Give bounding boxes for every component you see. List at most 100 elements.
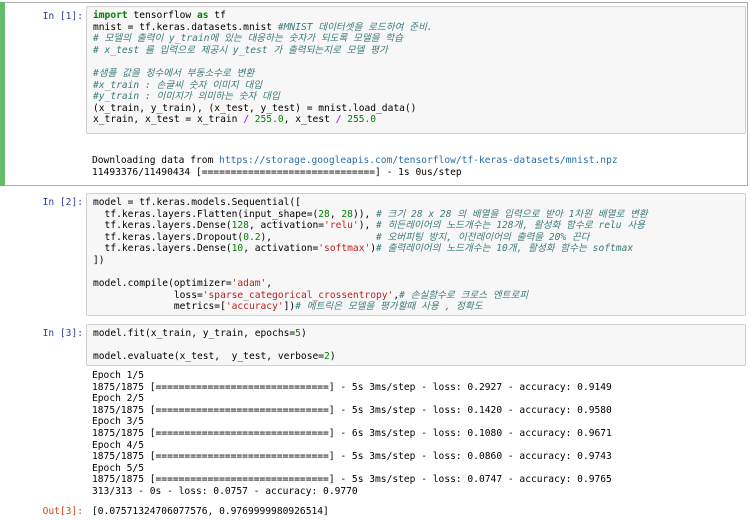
- code-token: , activation=: [243, 243, 319, 255]
- code-token: 28: [318, 208, 330, 220]
- code-line: tf.keras.layers.Flatten(input_shape=(28,…: [93, 209, 648, 221]
- output-line: 1875/1875 [=============================…: [92, 427, 612, 439]
- code-token: ),: [358, 220, 377, 232]
- code-editor[interactable]: model.fit(x_train, y_train, epochs=5) mod…: [86, 324, 746, 366]
- code-token: 255.0: [254, 114, 284, 126]
- cell-selection-bar: [0, 2, 5, 186]
- output-line: Epoch 5/5: [92, 462, 144, 474]
- code-token: # 크기 28 x 28 의 배열을 입력으로 받아 1차원 배열로 변환: [376, 208, 648, 220]
- code-line: # x_test 를 입력으로 제공시 y_test 가 출력되는지로 모델 평…: [93, 45, 433, 57]
- code-token: 0.2: [243, 231, 261, 243]
- code-line: metrics=['accuracy'])# 메트릭은 모델을 평가할때 사용 …: [93, 301, 648, 313]
- output-line: Epoch 1/5: [92, 370, 144, 381]
- output-progress: 11493376/11490434 [=====================…: [92, 166, 462, 178]
- code-line: # 모델의 출력이 y_train에 있는 대응하는 숫자가 되도록 모델을 학…: [93, 33, 433, 45]
- code-token: metrics=[: [93, 301, 226, 313]
- output-line: Epoch 2/5: [92, 393, 144, 405]
- code-line: model = tf.keras.models.Sequential([: [93, 197, 648, 209]
- code-cell-1[interactable]: In [1]: import tensorflow as tf mnist = t…: [0, 0, 750, 188]
- code-editor[interactable]: import tensorflow as tf mnist = tf.keras.…: [86, 6, 746, 134]
- code-token: 'softmax': [318, 243, 371, 255]
- cell-output: Epoch 1/5 1875/1875 [====================…: [92, 370, 612, 498]
- code-token: # 오버피팅 방지, 이전레이어의 출력을 20% 끈다: [376, 231, 590, 243]
- code-token: mnist = tf.keras.datasets.mnist: [93, 21, 278, 33]
- output-line: 1875/1875 [=============================…: [92, 451, 612, 463]
- code-token: 128: [231, 220, 249, 232]
- code-line: model.evaluate(x_test, y_test, verbose=2…: [93, 351, 336, 363]
- code-line: #y_train : 이미지가 의미하는 숫자 대입: [93, 91, 433, 103]
- code-text[interactable]: model = tf.keras.models.Sequential([ tf.…: [93, 197, 648, 313]
- code-token: model.evaluate(x_test, y_test, verbose=: [93, 351, 325, 363]
- code-token: (x_train, y_train), (x_test, y_test) = m…: [93, 102, 417, 114]
- code-token: model.compile(optimizer=: [93, 278, 232, 290]
- code-token: 'adam': [231, 278, 267, 290]
- code-token: model.fit(x_train, y_train, epochs=: [93, 328, 296, 339]
- code-token: ,: [266, 278, 273, 290]
- code-line: loss='sparse_categorical_crossentropy',#…: [93, 290, 648, 302]
- code-line: tf.keras.layers.Dense(10, activation='so…: [93, 243, 648, 255]
- code-token: #MNIST 데이터셋을 로드하여 준비.: [277, 21, 433, 33]
- code-line: model.compile(optimizer='adam',: [93, 278, 648, 290]
- code-cell-2[interactable]: In [2]: model = tf.keras.models.Sequenti…: [0, 190, 750, 320]
- code-token: ,: [329, 208, 342, 220]
- code-token: ): [329, 351, 336, 363]
- code-token: tf: [208, 10, 226, 21]
- code-line: x_train, x_test = x_train / 255.0, x_tes…: [93, 114, 433, 126]
- output-download-text: Downloading data from: [92, 155, 220, 166]
- code-token: 255.0: [347, 114, 377, 126]
- code-token: , activation=: [248, 220, 325, 232]
- code-token: # 모델의 출력이 y_train에 있는 대응하는 숫자가 되도록 모델을 학…: [93, 33, 404, 45]
- code-line: ]): [93, 255, 648, 267]
- code-token: ]): [283, 301, 296, 313]
- code-token: loss=: [93, 289, 203, 301]
- code-cell-3[interactable]: In [3]: model.fit(x_train, y_train, epoc…: [0, 322, 750, 520]
- input-prompt: In [1]:: [42, 11, 83, 22]
- code-token: ]): [93, 254, 105, 266]
- code-token: # 손실함수로 크로스 엔트로피: [399, 289, 529, 301]
- output-line: Epoch 3/5: [92, 416, 144, 428]
- input-prompt: In [3]:: [42, 328, 83, 339]
- code-line: mnist = tf.keras.datasets.mnist #MNIST 데…: [93, 22, 433, 34]
- code-editor[interactable]: model = tf.keras.models.Sequential([ tf.…: [86, 193, 746, 316]
- output-prompt: Out[3]:: [42, 506, 83, 517]
- code-token: #y_train : 이미지가 의미하는 숫자 대입: [93, 91, 280, 103]
- code-token: 'relu': [324, 220, 359, 232]
- code-token: tensorflow: [127, 10, 197, 21]
- code-line: model.fit(x_train, y_train, epochs=5): [93, 328, 336, 340]
- code-line: tf.keras.layers.Dense(128, activation='r…: [93, 220, 648, 232]
- output-line: 1875/1875 [=============================…: [92, 381, 612, 393]
- code-line: (x_train, y_train), (x_test, y_test) = m…: [93, 103, 433, 115]
- output-line: 1875/1875 [=============================…: [92, 474, 612, 486]
- code-token: 10: [231, 243, 244, 255]
- code-token: tf.keras.layers.Dense(: [93, 243, 232, 255]
- code-token: # 출력레이어의 노드개수는 10개, 활성화 함수는 softmax: [376, 243, 634, 255]
- code-token: import: [93, 10, 128, 21]
- code-token: ),: [260, 231, 377, 243]
- code-line: #샘플 값을 정수에서 부동소수로 변환: [93, 68, 433, 80]
- code-text[interactable]: model.fit(x_train, y_train, epochs=5) mod…: [93, 328, 336, 363]
- code-line: import tensorflow as tf: [93, 10, 433, 22]
- code-token: ): [300, 328, 307, 339]
- code-token: # x_test 를 입력으로 제공시 y_test 가 출력되는지로 모델 평…: [93, 44, 388, 56]
- code-token: x_train, x_test = x_train: [93, 114, 244, 126]
- code-token: #x_train : 손글씨 숫자 이미지 대입: [93, 79, 263, 91]
- cell-output: Downloading data from https://storage.go…: [92, 155, 618, 178]
- input-prompt: In [2]:: [42, 197, 83, 208]
- code-token: 28: [341, 208, 353, 220]
- code-token: tf.keras.layers.Flatten(input_shape=(: [93, 208, 319, 220]
- code-text[interactable]: import tensorflow as tf mnist = tf.keras.…: [93, 10, 433, 126]
- code-token: # 히든레이어의 노드개수는 128개, 활성화 함수로 relu 사용: [376, 220, 645, 232]
- code-line: tf.keras.layers.Dropout(0.2), # 오버피팅 방지,…: [93, 232, 648, 244]
- code-token: 'accuracy': [225, 301, 284, 313]
- output-line: Epoch 4/5: [92, 439, 144, 451]
- code-token: 'sparse_categorical_crossentropy': [202, 289, 394, 301]
- code-token: tf.keras.layers.Dropout(: [93, 231, 244, 243]
- code-token: , x_test: [283, 114, 336, 126]
- code-token: #샘플 값을 정수에서 부동소수로 변환: [93, 67, 255, 79]
- download-link[interactable]: https://storage.googleapis.com/tensorflo…: [219, 155, 618, 166]
- output-line: 1875/1875 [=============================…: [92, 404, 612, 416]
- code-token: )),: [352, 208, 377, 220]
